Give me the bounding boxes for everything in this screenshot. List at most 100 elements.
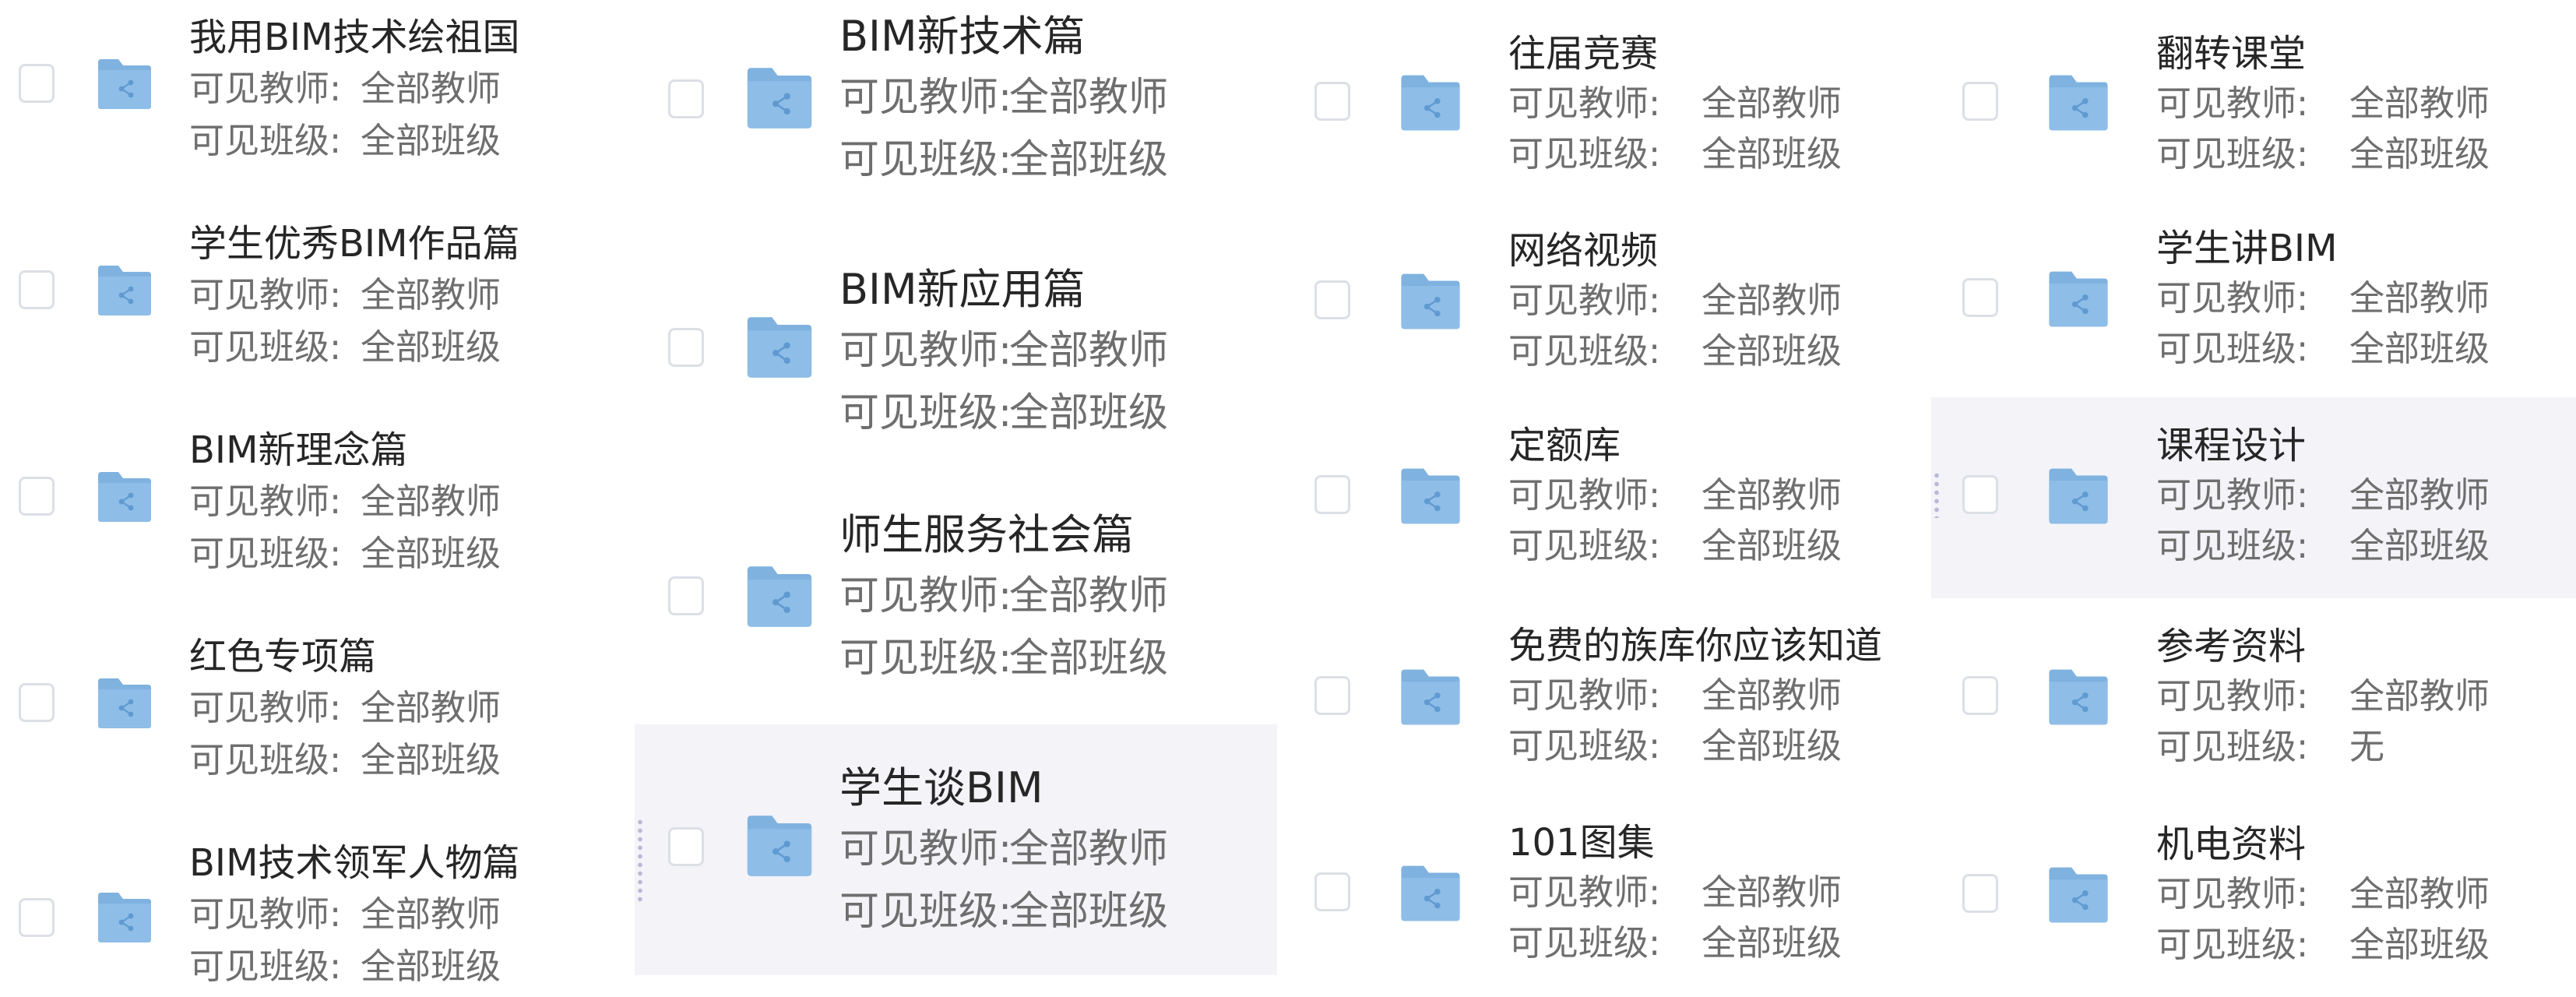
folder-item[interactable]: 往届竞赛 可见教师: 全部教师 可见班级: 全部班级 xyxy=(1293,0,1931,203)
folder-name[interactable]: 红色专项篇 xyxy=(189,638,376,675)
visible-teachers-label: 可见教师: xyxy=(1508,872,1661,913)
visible-classes-value: 全部班级 xyxy=(1009,636,1169,682)
folder-name[interactable]: BIM新技术篇 xyxy=(839,16,1086,58)
folder-checkbox[interactable] xyxy=(1314,280,1350,319)
shared-folder-icon[interactable] xyxy=(2046,862,2111,928)
folder-item[interactable]: BIM新应用篇 可见教师: 全部教师 可见班级: 全部班级 xyxy=(635,249,1277,498)
folder-item[interactable]: 学生讲BIM 可见教师: 全部教师 可见班级: 全部班级 xyxy=(1931,199,2576,397)
shared-folder-icon[interactable] xyxy=(2046,664,2111,730)
folder-item[interactable]: 免费的族库你应该知道 可见教师: 全部教师 可见班级: 全部班级 xyxy=(1293,600,1931,798)
folder-item[interactable]: 学生谈BIM 可见教师: 全部教师 可见班级: 全部班级 xyxy=(635,724,1277,975)
visible-teachers-value: 全部教师 xyxy=(1009,826,1169,872)
folder-checkbox[interactable] xyxy=(1962,676,1998,715)
visible-classes-label: 可见班级: xyxy=(839,137,1012,183)
folder-item[interactable]: 机电资料 可见教师: 全部教师 可见班级: 全部班级 xyxy=(1931,798,2576,997)
shared-folder-icon[interactable] xyxy=(1398,463,1463,529)
folder-checkbox[interactable] xyxy=(668,827,704,866)
visible-teachers-label: 可见教师: xyxy=(189,274,342,315)
folder-name[interactable]: 101图集 xyxy=(1508,824,1655,861)
folder-name[interactable]: 师生服务社会篇 xyxy=(839,514,1134,556)
visible-classes-label: 可见班级: xyxy=(2156,924,2309,965)
shared-folder-icon[interactable] xyxy=(1398,70,1463,136)
folder-name[interactable]: 我用BIM技术绘祖国 xyxy=(189,19,520,56)
visible-teachers-value: 全部教师 xyxy=(2349,873,2490,914)
folder-checkbox[interactable] xyxy=(1962,475,1998,514)
folder-checkbox[interactable] xyxy=(668,328,704,367)
folder-item[interactable]: BIM新理念篇 可见教师: 全部教师 可见班级: 全部班级 xyxy=(0,413,639,619)
visible-teachers-value: 全部教师 xyxy=(2349,675,2490,717)
shared-folder-icon[interactable] xyxy=(1398,269,1463,334)
visible-teachers-value: 全部教师 xyxy=(361,274,501,315)
shared-folder-icon[interactable] xyxy=(744,62,815,134)
folder-checkbox[interactable] xyxy=(1314,475,1350,514)
visible-classes-label: 可见班级: xyxy=(839,636,1012,682)
folder-checkbox[interactable] xyxy=(668,576,704,615)
visible-classes-label: 可见班级: xyxy=(839,889,1012,935)
folder-checkbox[interactable] xyxy=(19,683,55,722)
shared-folder-icon[interactable] xyxy=(95,467,154,527)
folder-item[interactable]: BIM新技术篇 可见教师: 全部教师 可见班级: 全部班级 xyxy=(635,0,1277,249)
folder-name[interactable]: 翻转课堂 xyxy=(2156,35,2306,72)
visible-classes-label: 可见班级: xyxy=(189,120,342,161)
folder-name[interactable]: BIM新理念篇 xyxy=(189,432,408,469)
folder-item[interactable]: 参考资料 可见教师: 全部教师 可见班级: 无 xyxy=(1931,598,2576,798)
folder-item[interactable]: 我用BIM技术绘祖国 可见教师: 全部教师 可见班级: 全部班级 xyxy=(0,0,639,206)
shared-folder-icon[interactable] xyxy=(95,55,154,114)
folder-checkbox[interactable] xyxy=(19,477,55,516)
shared-folder-icon[interactable] xyxy=(744,312,815,383)
folder-checkbox[interactable] xyxy=(1962,278,1998,317)
folder-name[interactable]: 往届竞赛 xyxy=(1508,35,1658,72)
shared-folder-icon[interactable] xyxy=(744,810,815,882)
folder-checkbox[interactable] xyxy=(19,64,55,103)
folder-checkbox[interactable] xyxy=(1314,82,1350,121)
folder-name[interactable]: 机电资料 xyxy=(2156,826,2306,863)
visible-teachers-value: 全部教师 xyxy=(2349,277,2490,319)
folder-item[interactable]: 学生优秀BIM作品篇 可见教师: 全部教师 可见班级: 全部班级 xyxy=(0,206,639,413)
folder-checkbox[interactable] xyxy=(19,270,55,309)
shared-folder-icon[interactable] xyxy=(744,561,815,632)
folder-item[interactable]: 课程设计 可见教师: 全部教师 可见班级: 全部班级 xyxy=(1931,397,2576,598)
folder-name[interactable]: 免费的族库你应该知道 xyxy=(1508,627,1882,664)
folder-checkbox[interactable] xyxy=(1962,874,1998,913)
folder-checkbox[interactable] xyxy=(1962,82,1998,121)
visible-classes-value: 全部班级 xyxy=(1701,525,1842,566)
shared-folder-icon[interactable] xyxy=(2046,70,2111,136)
folder-name[interactable]: 参考资料 xyxy=(2156,628,2306,665)
shared-folder-icon[interactable] xyxy=(2046,266,2111,332)
visible-classes-label: 可见班级: xyxy=(1508,922,1661,964)
visible-classes-label: 可见班级: xyxy=(2156,328,2309,369)
folder-name[interactable]: 学生谈BIM xyxy=(839,767,1043,809)
visible-classes-value: 无 xyxy=(2349,726,2385,767)
visible-teachers-label: 可见教师: xyxy=(189,687,342,728)
folder-name[interactable]: BIM技术领军人物篇 xyxy=(189,844,520,882)
shared-folder-icon[interactable] xyxy=(1398,664,1463,730)
folder-checkbox[interactable] xyxy=(668,79,704,118)
visible-teachers-label: 可见教师: xyxy=(1508,280,1661,321)
folder-name[interactable]: 网络视频 xyxy=(1508,232,1658,270)
folder-name[interactable]: 课程设计 xyxy=(2156,427,2306,464)
folder-item[interactable]: BIM技术领军人物篇 可见教师: 全部教师 可见班级: 全部班级 xyxy=(0,826,639,997)
shared-folder-icon[interactable] xyxy=(1398,861,1463,926)
drag-handle-icon[interactable] xyxy=(1933,471,1941,518)
folder-name[interactable]: 定额库 xyxy=(1508,427,1621,464)
folder-item[interactable]: 定额库 可见教师: 全部教师 可见班级: 全部班级 xyxy=(1293,401,1931,600)
folder-checkbox[interactable] xyxy=(1314,676,1350,715)
shared-folder-icon[interactable] xyxy=(95,888,154,947)
folder-item[interactable]: 师生服务社会篇 可见教师: 全部教师 可见班级: 全部班级 xyxy=(635,498,1277,724)
folder-name[interactable]: 学生讲BIM xyxy=(2156,230,2338,267)
folder-name[interactable]: BIM新应用篇 xyxy=(839,269,1086,311)
shared-folder-icon[interactable] xyxy=(2046,463,2111,529)
visible-classes-label: 可见班级: xyxy=(2156,525,2309,566)
folder-item[interactable]: 网络视频 可见教师: 全部教师 可见班级: 全部班级 xyxy=(1293,203,1931,401)
folder-item[interactable]: 红色专项篇 可见教师: 全部教师 可见班级: 全部班级 xyxy=(0,619,639,826)
visible-classes-value: 全部班级 xyxy=(1009,390,1169,436)
drag-handle-icon[interactable] xyxy=(636,818,644,904)
folder-item[interactable]: 翻转课堂 可见教师: 全部教师 可见班级: 全部班级 xyxy=(1931,0,2576,199)
folder-checkbox[interactable] xyxy=(19,898,55,937)
folder-checkbox[interactable] xyxy=(1314,872,1350,911)
folder-item[interactable]: 101图集 可见教师: 全部教师 可见班级: 全部班级 xyxy=(1293,798,1931,997)
visible-classes-label: 可见班级: xyxy=(189,946,342,987)
folder-name[interactable]: 学生优秀BIM作品篇 xyxy=(189,225,520,262)
shared-folder-icon[interactable] xyxy=(95,674,154,733)
shared-folder-icon[interactable] xyxy=(95,261,154,320)
